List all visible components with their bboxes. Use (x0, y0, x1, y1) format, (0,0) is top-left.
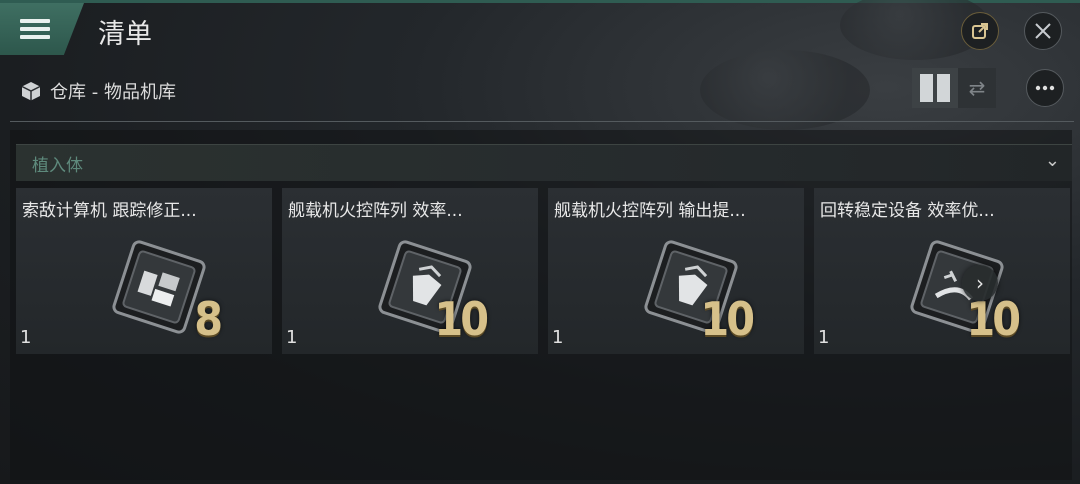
chevron-down-icon: ⌄ (1044, 150, 1060, 171)
item-name: 回转稳定设备 效率优... (820, 201, 995, 221)
share-button[interactable] (961, 12, 999, 50)
item-card[interactable]: 回转稳定设备 效率优... 10 1 (814, 188, 1070, 354)
page-title: 清单 (98, 19, 152, 50)
item-card[interactable]: 舰载机火控阵列 输出提... 10 1 (548, 188, 804, 354)
grid-view-button[interactable] (912, 68, 958, 108)
item-quantity: 1 (818, 327, 830, 348)
item-quantity: 1 (552, 327, 564, 348)
more-button[interactable] (1026, 69, 1064, 107)
chevron-right-icon: › (976, 271, 984, 295)
hamburger-menu-icon (20, 15, 50, 43)
breadcrumb: 仓库 - 物品机库 (20, 78, 176, 104)
item-level: 10 (434, 292, 489, 346)
menu-button[interactable] (0, 3, 84, 55)
share-icon (972, 23, 988, 39)
grid-view-icon-bar (937, 74, 950, 102)
cube-icon (21, 82, 41, 101)
view-toggle: ⇄ (912, 68, 996, 108)
item-name: 索敌计算机 跟踪修正... (22, 201, 197, 221)
close-button[interactable] (1024, 12, 1062, 50)
section-header-implants[interactable]: 植入体 ⌄ (16, 144, 1072, 181)
section-label: 植入体 (32, 156, 83, 176)
grid-view-icon (920, 74, 933, 102)
background-decoration (700, 50, 870, 130)
header-divider (10, 121, 1074, 122)
scroll-next-button[interactable]: › (962, 265, 998, 301)
item-name: 舰载机火控阵列 输出提... (554, 201, 746, 221)
close-icon (1035, 23, 1051, 39)
item-name: 舰载机火控阵列 效率... (288, 201, 463, 221)
more-icon (1035, 85, 1055, 91)
swap-view-button[interactable]: ⇄ (958, 68, 996, 108)
breadcrumb-text: 仓库 - 物品机库 (50, 82, 176, 103)
swap-view-icon: ⇄ (968, 76, 986, 100)
item-card[interactable]: 舰载机火控阵列 效率... 10 1 (282, 188, 538, 354)
item-quantity: 1 (286, 327, 298, 348)
item-quantity: 1 (20, 327, 32, 348)
item-level: 10 (700, 292, 755, 346)
item-level: 8 (194, 292, 223, 346)
item-card[interactable]: 索敌计算机 跟踪修正... 8 1 (16, 188, 272, 354)
